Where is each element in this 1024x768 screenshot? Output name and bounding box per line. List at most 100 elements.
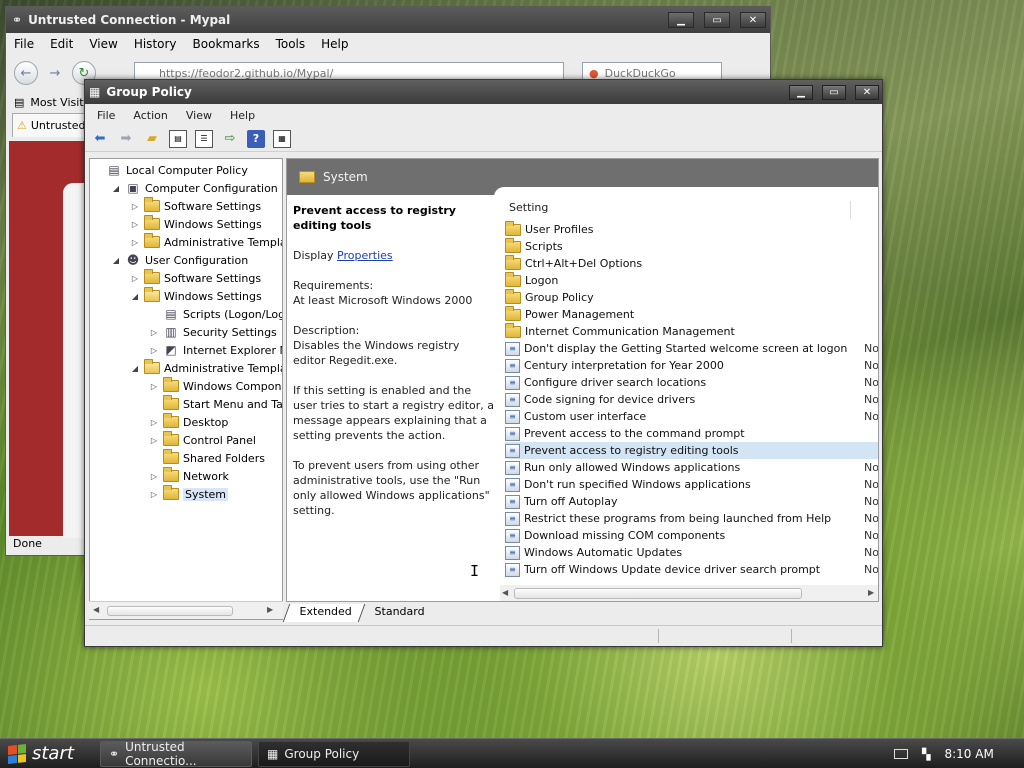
browser-title-bar[interactable]: ⚭ Untrusted Connection - Mypal ▁ ▭ ✕ (6, 7, 770, 33)
gp-minimize-button[interactable]: ▁ (789, 84, 813, 100)
gp-menu-view[interactable]: View (186, 109, 212, 122)
expand-toggle-icon[interactable]: ▷ (130, 238, 140, 247)
list-item[interactable]: Power Management (505, 305, 878, 323)
extended-view-icon[interactable]: ▦ (273, 129, 291, 148)
forward-icon[interactable]: → (46, 64, 64, 82)
up-folder-icon[interactable]: ▰ (143, 130, 161, 148)
list-item[interactable]: ≡ Prevent access to the command prompt (505, 425, 878, 442)
expand-toggle-icon[interactable]: ▷ (149, 346, 159, 355)
back-icon[interactable]: ← (14, 61, 38, 85)
browser-menu-edit[interactable]: Edit (50, 37, 73, 51)
list-item[interactable]: Internet Communication Management (505, 322, 878, 340)
tree-node[interactable]: ▷ Windows Components (149, 377, 282, 395)
expand-toggle-icon[interactable]: ▷ (130, 220, 140, 229)
expand-toggle-icon[interactable]: ◢ (111, 256, 121, 265)
expand-toggle-icon[interactable]: ▷ (130, 274, 140, 283)
tree-node[interactable]: ▷ System (149, 485, 229, 503)
list-item[interactable]: ≡ Prevent access to registry editing tool… (505, 442, 878, 459)
task-group-policy[interactable]: ▦ Group Policy (258, 741, 410, 767)
list-item[interactable]: ≡ Century interpretation for Year 2000 Not (505, 357, 878, 374)
scroll-left-icon[interactable]: ◀ (93, 605, 99, 614)
list-item[interactable]: Logon (505, 271, 878, 289)
browser-minimize-button[interactable]: ▁ (668, 12, 694, 28)
tree-node[interactable]: ▷ Administrative Templates (130, 233, 282, 251)
tree-node[interactable]: ▷ Network (149, 467, 229, 485)
forward-icon[interactable]: ➡ (117, 130, 135, 148)
browser-maximize-button[interactable]: ▭ (704, 12, 730, 28)
list-item[interactable]: ≡ Run only allowed Windows applications No… (505, 459, 878, 476)
list-item[interactable]: ≡ Turn off Autoplay Not (505, 493, 878, 510)
tree-node[interactable]: ▤ Local Computer Policy (92, 161, 248, 179)
tree-node[interactable]: ▷ Software Settings (130, 197, 261, 215)
column-header-setting[interactable]: Setting (509, 201, 851, 219)
browser-menu-bookmarks[interactable]: Bookmarks (193, 37, 260, 51)
browser-menu-file[interactable]: File (14, 37, 34, 51)
expand-toggle-icon[interactable]: ◢ (130, 292, 140, 301)
tree-node[interactable]: ▷ Windows Settings (130, 215, 262, 233)
browser-menu-tools[interactable]: Tools (276, 37, 306, 51)
tree-node[interactable]: ◢ Administrative Templates (130, 359, 282, 377)
group-policy-window[interactable]: ▦ Group Policy ▁ ▭ ✕ File Action View He… (84, 79, 883, 647)
list-item[interactable]: ≡ Restrict these programs from being laun… (505, 510, 878, 527)
clock[interactable]: 8:10 AM (944, 747, 993, 761)
list-item[interactable]: ≡ Custom user interface Not (505, 408, 878, 425)
expand-toggle-icon[interactable]: ▷ (149, 418, 159, 427)
expand-toggle-icon[interactable]: ▷ (149, 436, 159, 445)
tree-node[interactable]: ◢ ▣ Computer Configuration (111, 179, 278, 197)
expand-toggle-icon[interactable]: ◢ (130, 364, 140, 373)
scroll-left-icon[interactable]: ◀ (502, 588, 508, 597)
list-item[interactable]: User Profiles (505, 220, 878, 238)
network-icon[interactable]: ▚ (922, 748, 930, 761)
list-item[interactable]: ≡ Windows Automatic Updates Not (505, 544, 878, 561)
start-button[interactable]: start (0, 739, 86, 768)
gp-maximize-button[interactable]: ▭ (822, 84, 846, 100)
tree-node[interactable]: ▷ Desktop (149, 413, 228, 431)
scroll-right-icon[interactable]: ▶ (267, 605, 273, 614)
tree-node[interactable]: ▤ Scripts (Logon/Logoff) (149, 305, 282, 323)
back-icon[interactable]: ⬅ (91, 130, 109, 148)
expand-toggle-icon[interactable]: ◢ (111, 184, 121, 193)
bookmark-most-visited[interactable]: Most Visite (30, 96, 90, 109)
list-item[interactable]: Group Policy (505, 288, 878, 306)
list-item[interactable]: ≡ Don't run specified Windows application… (505, 476, 878, 493)
show-hide-tree-icon[interactable]: ▤ (169, 129, 187, 148)
tree-node[interactable]: Shared Folders (149, 449, 265, 467)
gp-menu-action[interactable]: Action (133, 109, 167, 122)
keyboard-icon[interactable] (894, 749, 908, 759)
gp-menu-file[interactable]: File (97, 109, 115, 122)
tree-scroll-thumb[interactable] (107, 606, 233, 616)
scroll-right-icon[interactable]: ▶ (868, 588, 874, 597)
tree-node[interactable]: Start Menu and Taskba (149, 395, 282, 413)
expand-toggle-icon[interactable]: ▷ (149, 472, 159, 481)
expand-toggle-icon[interactable]: ▷ (149, 382, 159, 391)
tree-node[interactable]: ▷ ▥ Security Settings (149, 323, 277, 341)
browser-menu-help[interactable]: Help (321, 37, 348, 51)
properties-link[interactable]: Properties (337, 249, 393, 262)
tree-node[interactable]: ▷ Software Settings (130, 269, 261, 287)
tree-node[interactable]: ▷ Control Panel (149, 431, 256, 449)
browser-close-button[interactable]: ✕ (740, 12, 766, 28)
list-item[interactable]: ≡ Don't display the Getting Started welco… (505, 340, 878, 357)
tree-node[interactable]: ◢ Windows Settings (130, 287, 262, 305)
settings-horizontal-scrollbar[interactable]: ◀ ▶ (500, 585, 878, 601)
tab-extended[interactable]: Extended (282, 604, 365, 622)
browser-menu-history[interactable]: History (134, 37, 177, 51)
list-item[interactable]: ≡ Turn off Windows Update device driver s… (505, 561, 878, 578)
properties-icon[interactable]: ☰ (195, 129, 213, 148)
list-item[interactable]: Ctrl+Alt+Del Options (505, 254, 878, 272)
policy-tree[interactable]: ▤ Local Computer Policy ◢ ▣ Computer Configu… (89, 158, 283, 620)
list-item[interactable]: ≡ Download missing COM components Not (505, 527, 878, 544)
list-item[interactable]: ≡ Configure driver search locations Not (505, 374, 878, 391)
expand-toggle-icon[interactable]: ▷ (130, 202, 140, 211)
help-icon[interactable]: ? (247, 129, 265, 148)
tree-horizontal-scrollbar[interactable]: ◀ ▶ (89, 601, 283, 619)
gp-close-button[interactable]: ✕ (855, 84, 879, 100)
gp-title-bar[interactable]: ▦ Group Policy ▁ ▭ ✕ (85, 80, 882, 104)
settings-scroll-thumb[interactable] (514, 588, 802, 599)
gp-menu-help[interactable]: Help (230, 109, 255, 122)
browser-menu-view[interactable]: View (89, 37, 117, 51)
task-browser[interactable]: ⚭ Untrusted Connectio... (100, 740, 252, 768)
expand-toggle-icon[interactable]: ▷ (149, 490, 159, 499)
browser-tab[interactable]: ⚠ Untrusted (12, 113, 92, 137)
export-list-icon[interactable]: ⇨ (221, 130, 239, 148)
